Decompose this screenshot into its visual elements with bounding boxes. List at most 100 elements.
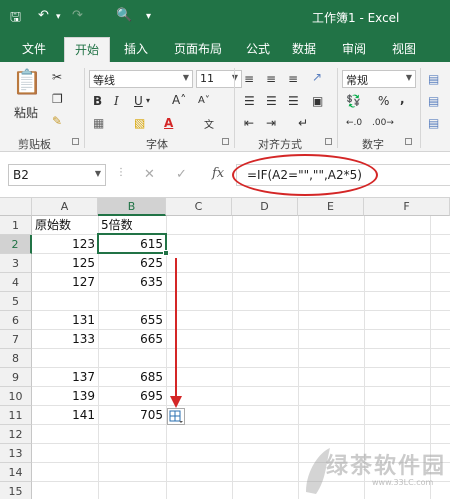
cell-a9[interactable]: 137 [32, 368, 98, 387]
align-top-icon[interactable]: ≡ [244, 72, 254, 86]
number-format-select[interactable]: 常规 ▼ [342, 70, 416, 88]
row-header-2[interactable]: 2 [0, 235, 32, 254]
row-header-12[interactable]: 12 [0, 425, 32, 444]
tab-file[interactable]: 文件 [22, 40, 46, 57]
font-color-icon[interactable]: A [164, 116, 173, 130]
name-box[interactable]: B2 ▼ [8, 164, 106, 186]
align-right-icon[interactable]: ☰ [288, 94, 299, 108]
customize-toolbar-icon[interactable]: ▾ [146, 11, 151, 22]
cell-a4[interactable]: 127 [32, 273, 98, 292]
paste-icon[interactable]: 📋 [12, 68, 42, 96]
tab-home[interactable]: 开始 [64, 37, 111, 62]
tab-insert[interactable]: 插入 [124, 40, 148, 57]
percent-button[interactable]: % [378, 94, 389, 108]
increase-decimal-icon[interactable]: ←.0 [346, 118, 362, 128]
borders-icon[interactable]: ▦ [93, 116, 104, 130]
copy-icon[interactable]: ❐ [52, 92, 63, 106]
row-header-7[interactable]: 7 [0, 330, 32, 349]
row-header-8[interactable]: 8 [0, 349, 32, 368]
formula-bar: B2 ▼ ⋮ ✕ ✓ fx =IF(A2="","",A2*5) [0, 152, 450, 198]
row-header-14[interactable]: 14 [0, 463, 32, 482]
cell-b9[interactable]: 685 [98, 368, 166, 387]
undo-dropdown-icon[interactable]: ▾ [56, 12, 61, 22]
cell-b3[interactable]: 625 [98, 254, 166, 273]
increase-indent-icon[interactable]: ⇥ [266, 116, 276, 130]
align-center-icon[interactable]: ☰ [266, 94, 277, 108]
cell-b11[interactable]: 705 [98, 406, 166, 425]
save-icon[interactable]: 🖫 [10, 8, 21, 30]
format-table-icon[interactable]: ▤ [428, 94, 439, 108]
row-header-5[interactable]: 5 [0, 292, 32, 311]
fill-color-icon[interactable]: ▧ [134, 116, 145, 130]
row-header-1[interactable]: 1 [0, 216, 32, 235]
select-all-corner[interactable] [0, 198, 32, 216]
decrease-indent-icon[interactable]: ⇤ [244, 116, 254, 130]
cell-styles-icon[interactable]: ▤ [428, 116, 439, 130]
clipboard-launcher-icon[interactable] [72, 138, 79, 145]
tab-data[interactable]: 数据 [292, 40, 316, 57]
align-left-icon[interactable]: ☰ [244, 94, 255, 108]
row-header-13[interactable]: 13 [0, 444, 32, 463]
row-header-4[interactable]: 4 [0, 273, 32, 292]
phonetic-icon[interactable]: 文 [204, 116, 214, 131]
underline-button[interactable]: U [134, 94, 143, 108]
bold-button[interactable]: B [93, 94, 102, 108]
increase-font-icon[interactable]: A˄ [172, 93, 186, 107]
column-header-f[interactable]: F [364, 198, 450, 216]
cut-icon[interactable]: ✂ [52, 70, 62, 84]
cell-a7[interactable]: 133 [32, 330, 98, 349]
number-launcher-icon[interactable] [405, 138, 412, 145]
chevron-down-icon: ▼ [182, 73, 189, 82]
column-header-c[interactable]: C [166, 198, 232, 216]
tab-view[interactable]: 视图 [392, 40, 416, 57]
decrease-decimal-icon[interactable]: .00→ [372, 118, 394, 128]
cell-a11[interactable]: 141 [32, 406, 98, 425]
column-header-d[interactable]: D [232, 198, 298, 216]
cell-a2[interactable]: 123 [32, 235, 98, 254]
decrease-font-icon[interactable]: A˅ [198, 95, 210, 106]
conditional-format-icon[interactable]: ▤ [428, 72, 439, 86]
row-header-10[interactable]: 10 [0, 387, 32, 406]
cell-b4[interactable]: 635 [98, 273, 166, 292]
cell-a6[interactable]: 131 [32, 311, 98, 330]
paste-button[interactable]: 粘贴 [14, 104, 38, 121]
align-bottom-icon[interactable]: ≡ [288, 72, 298, 86]
column-header-e[interactable]: E [298, 198, 364, 216]
row-header-11[interactable]: 11 [0, 406, 32, 425]
row-header-3[interactable]: 3 [0, 254, 32, 273]
italic-button[interactable]: I [114, 94, 119, 108]
cell-a1[interactable]: 原始数 [32, 216, 98, 235]
auto-fill-options-icon[interactable] [167, 408, 185, 425]
comma-style-button[interactable]: , [400, 92, 405, 106]
row-header-15[interactable]: 15 [0, 482, 32, 499]
tab-page-layout[interactable]: 页面布局 [174, 40, 222, 57]
merge-center-icon[interactable]: ▣ [312, 94, 323, 108]
column-header-b[interactable]: B [98, 198, 166, 216]
alignment-launcher-icon[interactable] [325, 138, 332, 145]
undo-icon[interactable]: ↶ [38, 8, 49, 23]
wrap-text-icon[interactable]: ↵ [298, 116, 308, 130]
tab-formulas[interactable]: 公式 [246, 40, 270, 57]
align-middle-icon[interactable]: ≡ [266, 72, 276, 86]
font-size-select[interactable]: 11 ▼ [196, 70, 242, 88]
enter-icon[interactable]: ✓ [176, 167, 187, 182]
font-name-select[interactable]: 等线 ▼ [89, 70, 193, 88]
cancel-icon[interactable]: ✕ [144, 167, 155, 182]
print-preview-icon[interactable]: 🔍 [116, 8, 132, 23]
insert-function-button[interactable]: fx [212, 166, 224, 181]
tab-review[interactable]: 审阅 [342, 40, 366, 57]
row-header-9[interactable]: 9 [0, 368, 32, 387]
cell-b6[interactable]: 655 [98, 311, 166, 330]
format-painter-icon[interactable]: ✎ [52, 114, 62, 128]
row-header-6[interactable]: 6 [0, 311, 32, 330]
cell-a3[interactable]: 125 [32, 254, 98, 273]
column-header-a[interactable]: A [32, 198, 98, 216]
cell-a10[interactable]: 139 [32, 387, 98, 406]
cell-b7[interactable]: 665 [98, 330, 166, 349]
cell-b10[interactable]: 695 [98, 387, 166, 406]
accounting-format-icon[interactable]: 💱 [346, 94, 361, 108]
orientation-icon[interactable]: ↗ [312, 70, 322, 84]
watermark-text: 绿茶软件园 [326, 454, 447, 479]
font-launcher-icon[interactable] [222, 138, 229, 145]
underline-dropdown-icon[interactable]: ▾ [146, 96, 150, 105]
